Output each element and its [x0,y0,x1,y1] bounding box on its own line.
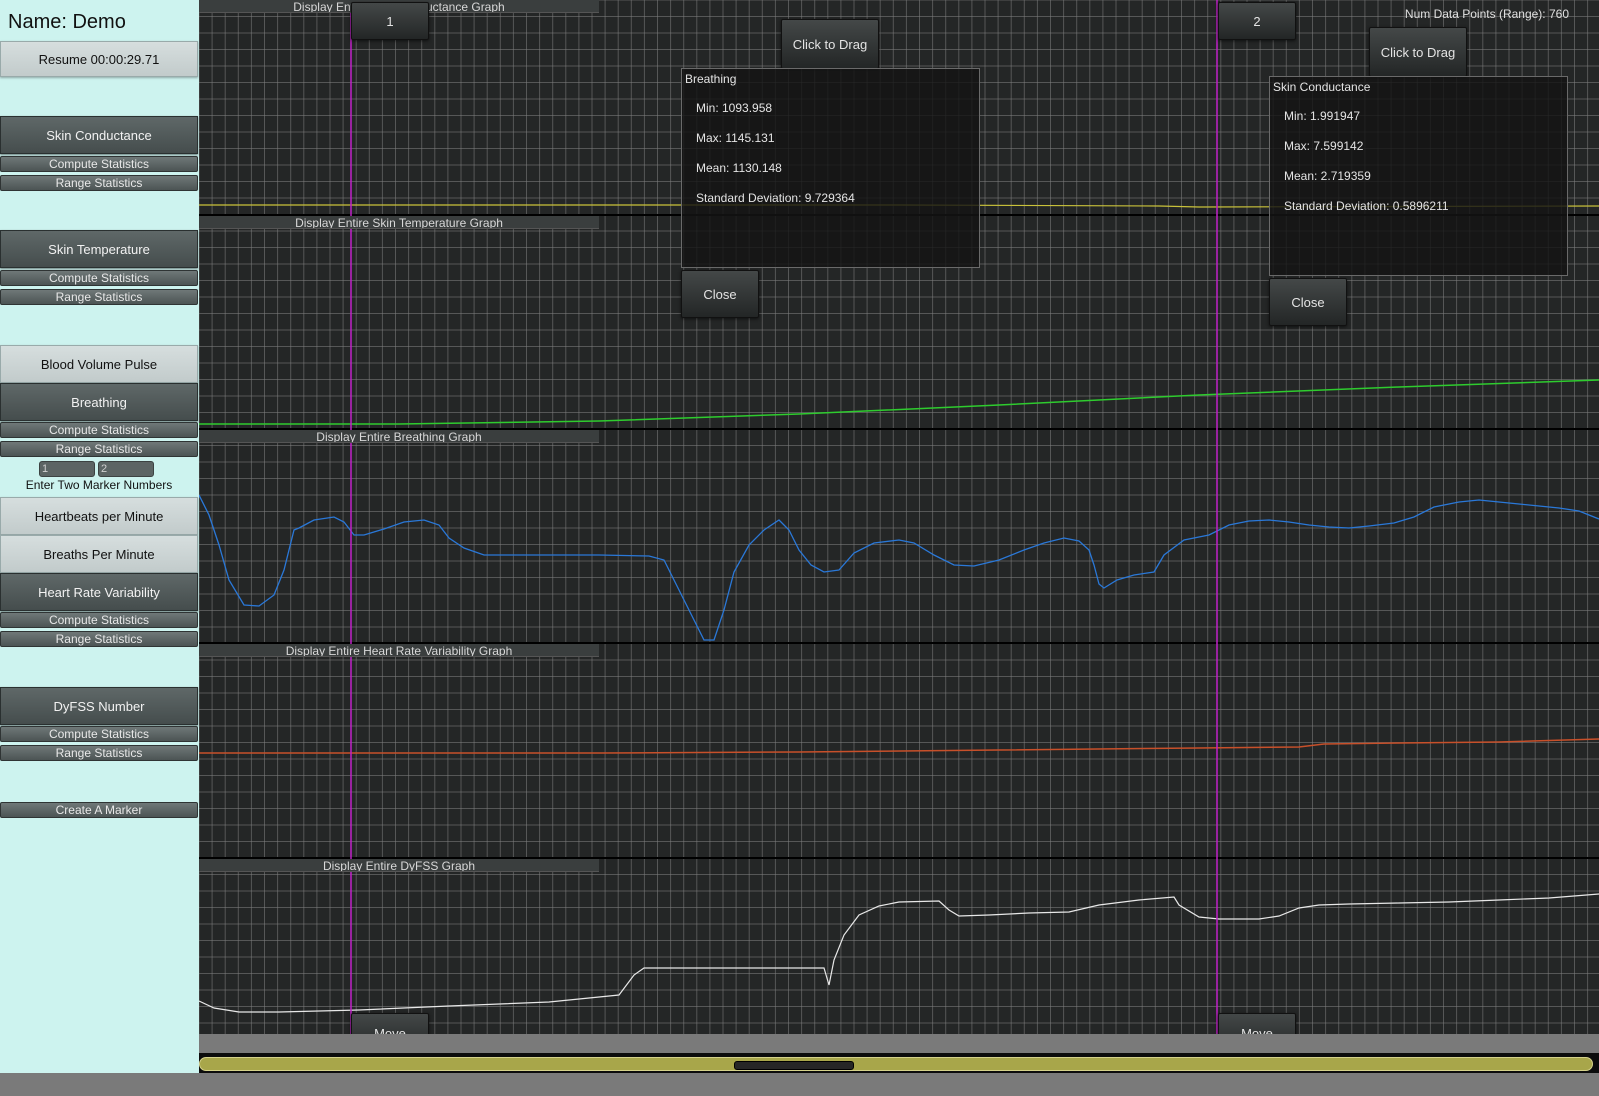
graph-area[interactable]: Display Entire Skin Conductance Graph Di… [199,0,1599,1034]
display-entire-dyfss-graph-button[interactable]: Display Entire DyFSS Graph [199,859,599,872]
breathing-stats-mean: Mean: 1130.148 [696,161,782,175]
skin-conductance-button[interactable]: Skin Conductance [0,116,198,154]
resume-button[interactable]: Resume 00:00:29.71 [0,41,198,77]
breathing-statistics-window: Breathing Min: 1093.958 Max: 1145.131 Me… [681,68,980,268]
breathing-stats-min: Min: 1093.958 [696,101,773,115]
display-entire-breathing-graph-button[interactable]: Display Entire Breathing Graph [199,430,599,443]
skin-conductance-range-statistics-button[interactable]: Range Statistics [0,175,198,191]
breathing-compute-statistics-button[interactable]: Compute Statistics [0,422,198,438]
skin-conductance-stats-mean: Mean: 2.719359 [1284,169,1371,183]
heart-rate-variability-trace [199,738,1599,754]
breathing-stats-drag-handle[interactable]: Click to Drag [781,19,879,69]
dyfss-compute-statistics-button[interactable]: Compute Statistics [0,726,198,742]
scrollbar-thumb[interactable] [734,1061,854,1070]
skin-temperature-range-statistics-button[interactable]: Range Statistics [0,289,198,305]
marker-2-handle[interactable]: 2 [1218,2,1296,40]
breathing-stats-close-button[interactable]: Close [681,270,759,318]
skin-conductance-compute-statistics-button[interactable]: Compute Statistics [0,156,198,172]
marker-2-move-button[interactable]: Move [1218,1013,1296,1034]
create-marker-button[interactable]: Create A Marker [0,802,198,818]
hrv-compute-statistics-button[interactable]: Compute Statistics [0,612,198,628]
marker-1-handle[interactable]: 1 [351,2,429,40]
control-sidebar: Name: Demo Resume 00:00:29.71 Skin Condu… [0,0,199,1073]
skin-conductance-stats-close-button[interactable]: Close [1269,278,1347,326]
dyfss-number-button[interactable]: DyFSS Number [0,687,198,725]
marker-number-input-1[interactable] [39,461,95,477]
breathing-stats-title: Breathing [685,72,737,86]
marker-number-input-2[interactable] [98,461,154,477]
num-data-points-label: Num Data Points (Range): 760 [1404,7,1569,21]
breathing-stats-std: Standard Deviation: 9.729364 [696,191,855,205]
skin-conductance-statistics-window: Skin Conductance Min: 1.991947 Max: 7.59… [1269,76,1568,276]
blood-volume-pulse-button[interactable]: Blood Volume Pulse [0,345,198,383]
skin-conductance-stats-min: Min: 1.991947 [1284,109,1361,123]
marker-1-move-button[interactable]: Move [351,1013,429,1034]
breathing-stats-max: Max: 1145.131 [696,131,775,145]
skin-temperature-trace [199,379,1599,425]
skin-conductance-stats-max: Max: 7.599142 [1284,139,1364,153]
display-entire-hrv-graph-button[interactable]: Display Entire Heart Rate Variability Gr… [199,644,599,657]
marker-hint-label: Enter Two Marker Numbers [25,478,173,492]
display-entire-skin-temperature-graph-button[interactable]: Display Entire Skin Temperature Graph [199,216,599,229]
horizontal-scrollbar[interactable] [199,1053,1599,1073]
skin-conductance-stats-std: Standard Deviation: 0.5896211 [1284,199,1449,213]
session-name-label: Name: Demo [8,11,126,33]
breathing-range-statistics-button[interactable]: Range Statistics [0,441,198,457]
dyfss-trace [199,893,1599,1013]
skin-conductance-stats-title: Skin Conductance [1273,80,1371,94]
skin-temperature-button[interactable]: Skin Temperature [0,230,198,268]
scrollbar-track[interactable] [199,1057,1593,1071]
skin-temperature-compute-statistics-button[interactable]: Compute Statistics [0,270,198,286]
skin-conductance-stats-drag-handle[interactable]: Click to Drag [1369,27,1467,77]
dyfss-range-statistics-button[interactable]: Range Statistics [0,745,198,761]
bottom-bar [0,1073,1599,1096]
hrv-range-statistics-button[interactable]: Range Statistics [0,631,198,647]
heartbeats-per-minute-button[interactable]: Heartbeats per Minute [0,497,198,535]
breathing-button[interactable]: Breathing [0,383,198,421]
breaths-per-minute-button[interactable]: Breaths Per Minute [0,535,198,573]
breathing-trace [199,494,1599,641]
heart-rate-variability-button[interactable]: Heart Rate Variability [0,573,198,611]
